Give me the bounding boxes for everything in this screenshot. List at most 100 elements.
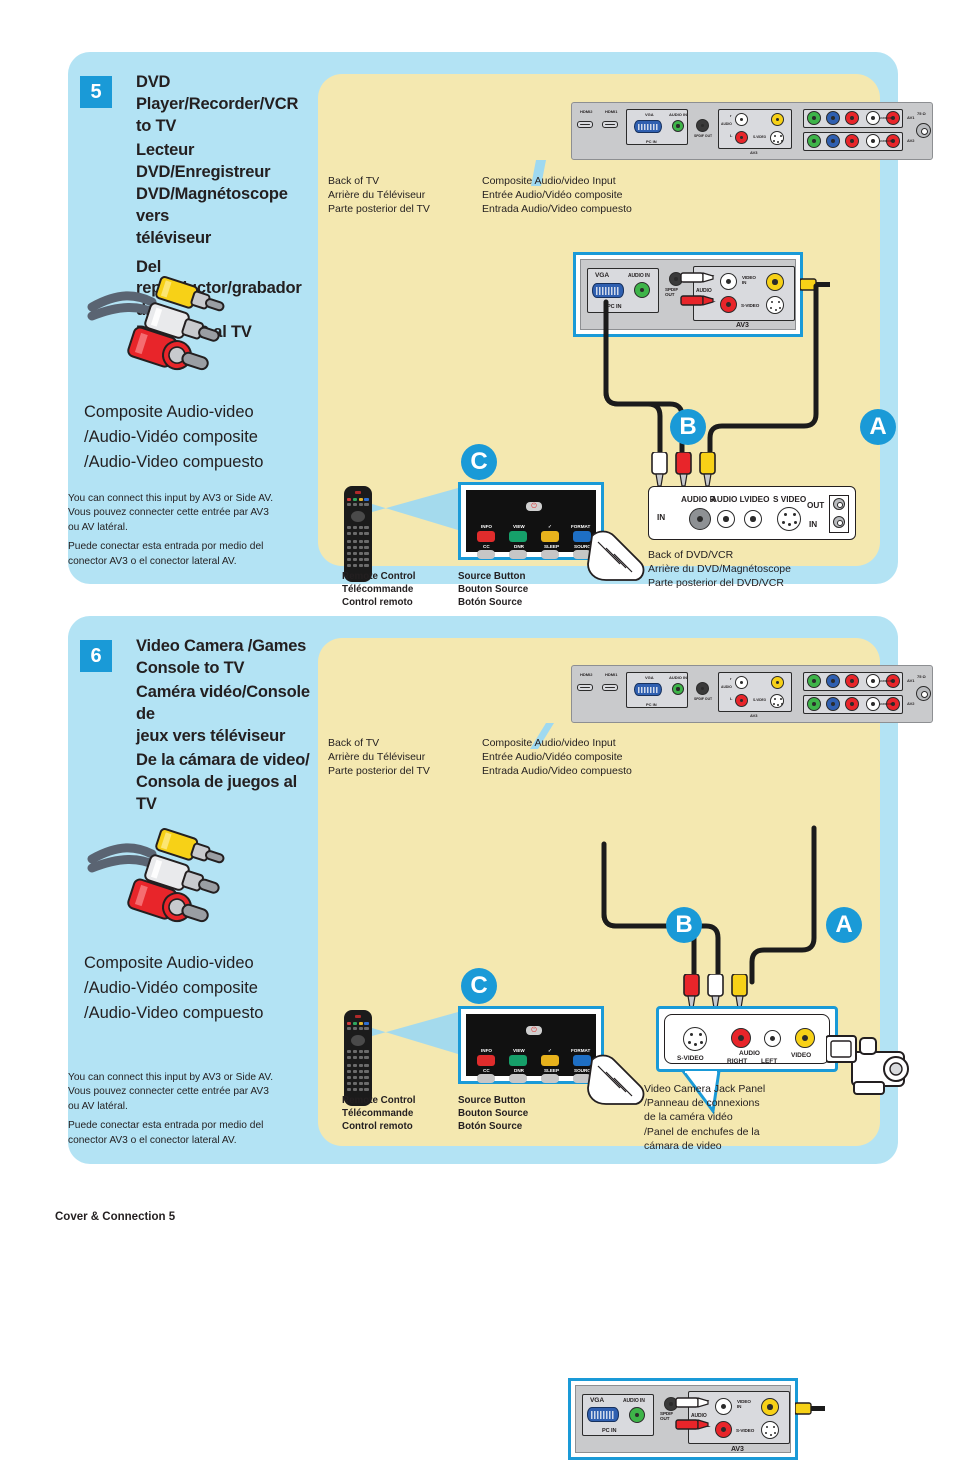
key-label-view: VIEW [513,1048,525,1053]
camera-left-label: LEFT [761,1058,778,1065]
tv-front-keypad-6: ⏻ INFO VIEW ✓ FORMAT CC DNR SLEEP SOURCE [466,1014,596,1083]
av1-audio-in-label: AUDIO IN [879,679,893,683]
source-caption-5: Source Button Bouton Source Botón Source [458,570,528,610]
sleep-key[interactable] [541,550,559,559]
rca-cable-illustration-6 [74,816,274,931]
av3-detail-plate-6: VGA AUDIO IN PC IN SPDIFOUT AUDIO r L VI… [575,1385,791,1453]
heading-line: Console to TV [136,658,245,677]
detail-yellow-plug-6 [795,1402,825,1415]
caption-line: Composite Audio-video [84,403,254,421]
key-label-info: INFO [481,524,492,529]
dvd-rf-out-jack [833,498,845,510]
dvd-s-video-label: S VIDEO [773,495,807,504]
diagram-card-6: HDMI2 HDMI1 VGA AUDIO IN PC IN SPDIF OUT… [318,638,933,1460]
camera-right-label: RIGHT [727,1058,748,1065]
red-key[interactable] [477,531,495,542]
antenna-impedance-label: 75 Ω [917,674,926,679]
remote-control-illustration-5 [344,486,372,582]
marker-c-5: C [461,444,497,480]
caption-line: Botón Source [458,597,523,609]
rca-cable-illustration [74,264,274,379]
key-label-info: INFO [481,1048,492,1053]
note-line: You can connect this input by AV3 or Sid… [68,1072,274,1083]
yellow-key[interactable] [541,1055,559,1066]
caption-line: /Audio-Vidéo composite [84,979,258,998]
dnr-key[interactable] [509,1074,527,1083]
section-heading-6: Video Camera /Games Console to TV Caméra… [136,636,316,818]
marker-b-5: B [670,409,706,445]
diagram-card-5: HDMI2 HDMI1 VGA AUDIO IN PC IN SPDIF OUT… [318,74,933,608]
dvd-in-label: IN [657,513,666,522]
av1-audio-in-label: AUDIO IN [879,116,893,120]
camera-s-video-jack [683,1027,707,1051]
av1-label: AV1 [907,115,915,120]
red-key[interactable] [477,1055,495,1066]
dvd-vcr-rear-panel: IN AUDIO R AUDIO L VIDEO S VIDEO OUT IN [648,486,856,540]
connection-note-6: You can connect this input by AV3 or Sid… [68,1071,306,1148]
note-line: Puede conectar esta entrada por medio de… [68,1120,264,1132]
caption-line: Remote Control [342,571,416,582]
av2-audio-in-label: AUDIO IN [879,139,893,143]
dvd-video-jack [744,510,762,528]
av2-label: AV2 [907,701,915,706]
dvd-audio-l-jack [717,510,735,528]
camera-audio-label: AUDIO [739,1050,760,1057]
remote-caption-5: Remote Control Télécommande Control remo… [342,570,415,610]
caption-line: /Audio-Video compuesto [84,1004,264,1023]
dvd-audio-l-label: AUDIO L [711,495,745,504]
caption-line: Source Button [458,571,526,582]
detail-inserted-plugs-6 [675,1397,709,1430]
green-key[interactable] [509,531,527,542]
detail-av3-video-jack [761,1398,779,1416]
step-number-badge-5: 5 [80,76,112,108]
key-label-cc: CC [483,1068,490,1073]
key-label-view: VIEW [513,524,525,529]
antenna-coax-jack [916,123,931,138]
caption-line: Bouton Source [458,1108,529,1120]
heading-line: Consola de juegos al TV [136,772,298,813]
page-footer: Cover & Connection 5 [55,1211,176,1223]
caption-line: Control remoto [342,1121,413,1133]
dvd-video-label: VIDEO [744,495,770,504]
detail-vga-label: VGA [590,1397,604,1404]
key-label-check: ✓ [548,1048,552,1053]
marker-b-6: B [666,907,702,943]
cc-key[interactable] [477,1074,495,1083]
caption-line: Botón Source [458,1121,523,1133]
heading-line: Caméra vidéo/Console de [136,682,310,723]
detail-av3-s-video-jack [761,1421,779,1439]
heading-line: DVD/Magnétoscope vers [136,184,288,225]
caption-line: Télécommande [342,584,414,596]
dvd-audio-r-jack [689,508,711,530]
heading-line: De la cámara de video/ [136,750,310,769]
yellow-key[interactable] [541,531,559,542]
dvd-in2-label: IN [809,520,818,529]
remote-zoom-leader-6 [372,1012,458,1054]
dnr-key[interactable] [509,550,527,559]
dvd-s-video-jack [777,507,801,531]
remote-caption-6: Remote Control Télécommande Control remo… [342,1094,415,1134]
source-caption-6: Source Button Bouton Source Botón Source [458,1094,528,1134]
detail-pc-audio-jack [629,1407,645,1423]
remote-zoom-leader-5 [372,488,458,530]
cc-key[interactable] [477,550,495,559]
note-line: Puede conectar esta entrada por medio de… [68,541,264,553]
section-panel-5: 5 DVD Player/Recorder/VCR to TV Lecteur … [68,52,933,608]
camera-audio-left-jack [764,1030,781,1047]
key-label-dnr: DNR [514,544,524,549]
sleep-key[interactable] [541,1074,559,1083]
key-label-sleep: SLEEP [544,544,560,549]
caption-line: /Audio-Video compuesto [84,453,264,472]
note-line: You can connect this input by AV3 or Sid… [68,493,274,504]
detail-av3-label: AV3 [731,1446,744,1453]
power-icon: ⏻ [526,1026,542,1035]
caption-line: /Panel de enchufes de la [644,1125,760,1138]
green-key[interactable] [509,1055,527,1066]
note-line: Vous pouvez connecter cette entrée par A… [68,507,269,519]
dvd-out-label: OUT [807,501,825,510]
caption-line: Remote Control [342,1095,416,1106]
detail-vga-connector [587,1407,619,1422]
camera-jack-panel-callout: S-VIDEO AUDIO RIGHT LEFT VIDEO [656,1006,838,1115]
marker-c-6: C [461,968,497,1004]
caption-line: Composite Audio-video [84,954,254,972]
